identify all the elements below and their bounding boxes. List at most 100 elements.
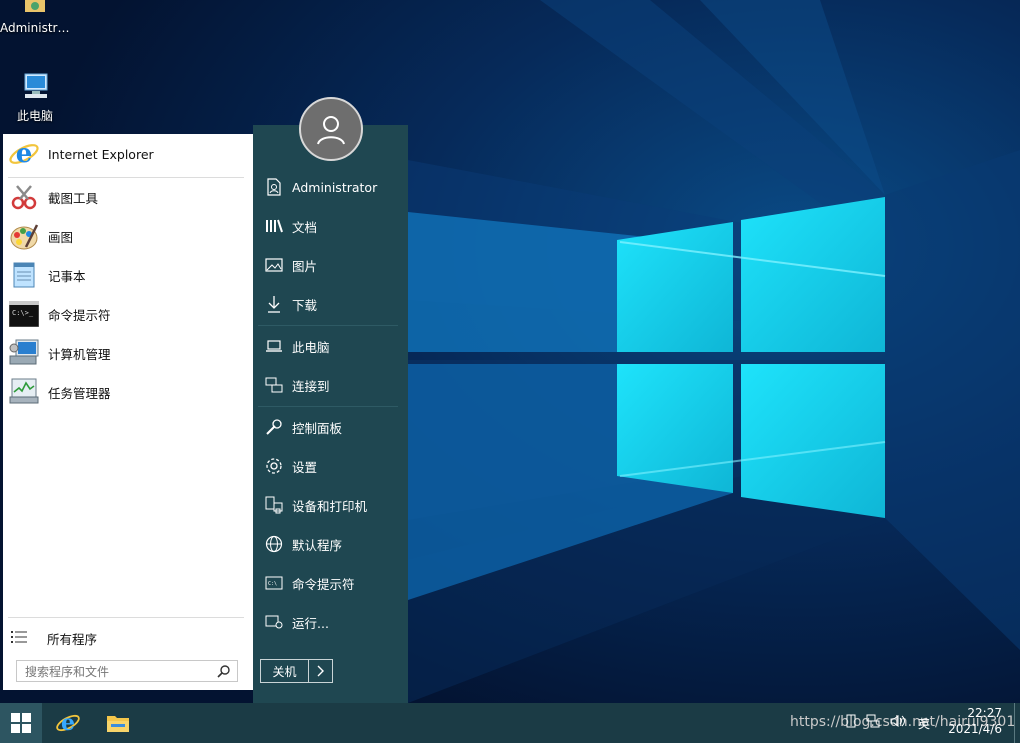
person-tray-icon[interactable] [846,714,856,728]
user-document-icon [265,178,283,196]
all-programs-button[interactable]: 所有程序 [3,622,253,654]
printer-icon [265,496,283,514]
desktop-icon-label: Administra... [0,21,70,35]
clock-time: 22:27 [967,706,1002,720]
desktop-icon-this-pc[interactable]: 此电脑 [0,72,70,124]
notepad-icon [8,259,40,291]
places-item-pictures[interactable]: 图片 [253,247,408,283]
places-label: 此电脑 [292,339,330,355]
desktop-icon-label: 此电脑 [16,109,53,123]
places-item-this-pc[interactable]: 此电脑 [253,328,408,364]
start-button[interactable] [0,703,42,743]
places-label: 下载 [292,297,318,313]
svg-text:C:\: C:\ [268,581,277,587]
user-icon [317,116,345,145]
search-input[interactable]: 搜索程序和文件 [16,660,238,682]
svg-text:C:\>_: C:\>_ [12,309,34,317]
taskbar-file-explorer[interactable] [98,703,138,743]
folder-icon [107,716,129,732]
svg-text:e: e [16,139,33,169]
places-label: 设备和打印机 [292,498,368,514]
download-icon [265,295,283,313]
shutdown-button[interactable]: 关机 [261,660,309,682]
clock-date: 2021/4/6 [948,722,1002,736]
internet-explorer-icon: e [56,710,80,736]
program-task-manager[interactable]: 任务管理器 [3,374,253,410]
program-computer-management[interactable]: 计算机管理 [3,335,253,371]
windows-logo-icon [11,713,31,733]
places-item-downloads[interactable]: 下载 [253,286,408,322]
places-item-documents[interactable]: 文档 [253,208,408,244]
program-internet-explorer[interactable]: e Internet Explorer [3,136,253,172]
program-label: 命令提示符 [48,307,111,323]
places-label: 控制面板 [292,420,343,436]
show-desktop-button[interactable] [1014,703,1020,743]
places-label: Administrator [292,179,378,195]
divider [8,617,244,618]
places-item-default-programs[interactable]: 默认程序 [253,526,408,562]
laptop-icon [265,337,283,355]
computer-management-icon [8,337,40,369]
network-tray-icon[interactable] [866,714,880,728]
svg-text:e: e [61,710,75,736]
places-item-control-panel[interactable]: 控制面板 [253,409,408,445]
list-icon [11,630,31,646]
places-label: 运行... [292,615,329,631]
search-placeholder: 搜索程序和文件 [25,664,110,679]
shutdown-options-button[interactable] [309,660,332,682]
volume-icon[interactable] [890,714,906,728]
places-item-devices-printers[interactable]: 设备和打印机 [253,487,408,523]
places-label: 设置 [292,459,318,475]
start-menu-programs-pane: e Internet Explorer 截图工具 画图 记事本 C:\>_ 命令… [3,134,253,690]
places-item-settings[interactable]: 设置 [253,448,408,484]
divider [258,406,398,407]
library-icon [265,217,283,235]
program-notepad[interactable]: 记事本 [3,257,253,293]
system-tray [846,714,906,728]
chevron-right-icon [317,665,324,677]
task-manager-icon [8,376,40,408]
picture-icon [265,256,283,274]
network-icon [265,376,283,394]
program-label: 截图工具 [48,190,99,206]
wrench-icon [265,418,283,436]
places-label: 命令提示符 [292,576,355,592]
paint-icon [8,220,40,252]
user-avatar[interactable] [299,97,363,161]
divider [258,325,398,326]
program-label: 记事本 [48,268,86,284]
places-label: 文档 [292,219,318,235]
clock[interactable]: 22:27 2021/4/6 [942,705,1002,737]
places-item-administrator[interactable]: Administrator [253,169,408,205]
input-method-indicator[interactable]: 英 [918,715,930,732]
desktop-icon-administrator[interactable]: Administra... [0,0,70,35]
places-label: 连接到 [292,378,330,394]
places-label: 默认程序 [292,537,343,553]
all-programs-label: 所有程序 [47,631,98,647]
internet-explorer-icon: e [8,138,40,170]
places-item-command-prompt[interactable]: C:\ 命令提示符 [253,565,408,601]
taskbar-internet-explorer[interactable]: e [48,703,88,743]
places-item-run[interactable]: 运行... [253,604,408,640]
globe-icon [265,535,283,553]
program-command-prompt[interactable]: C:\>_ 命令提示符 [3,296,253,332]
program-label: 任务管理器 [48,385,111,401]
places-item-connect-to[interactable]: 连接到 [253,367,408,403]
start-menu-places-pane: Administrator 文档 图片 下载 此电脑 连接到 控制面板 设置 设… [253,125,408,703]
user-folder-icon [25,0,45,12]
divider [8,177,244,178]
search-icon [217,664,231,681]
program-label: Internet Explorer [48,146,154,162]
program-label: 计算机管理 [48,346,111,362]
program-snipping-tool[interactable]: 截图工具 [3,179,253,215]
gear-icon [265,457,283,475]
command-prompt-icon: C:\>_ [8,298,40,330]
run-icon [265,613,283,631]
snipping-tool-icon [8,181,40,213]
computer-icon [24,73,48,98]
places-label: 图片 [292,258,318,274]
start-menu: e Internet Explorer 截图工具 画图 记事本 C:\>_ 命令… [0,125,408,703]
program-label: 画图 [48,229,74,245]
program-paint[interactable]: 画图 [3,218,253,254]
taskbar: e https://blog.csdn.net/hairui9301 英 22:… [0,703,1020,743]
